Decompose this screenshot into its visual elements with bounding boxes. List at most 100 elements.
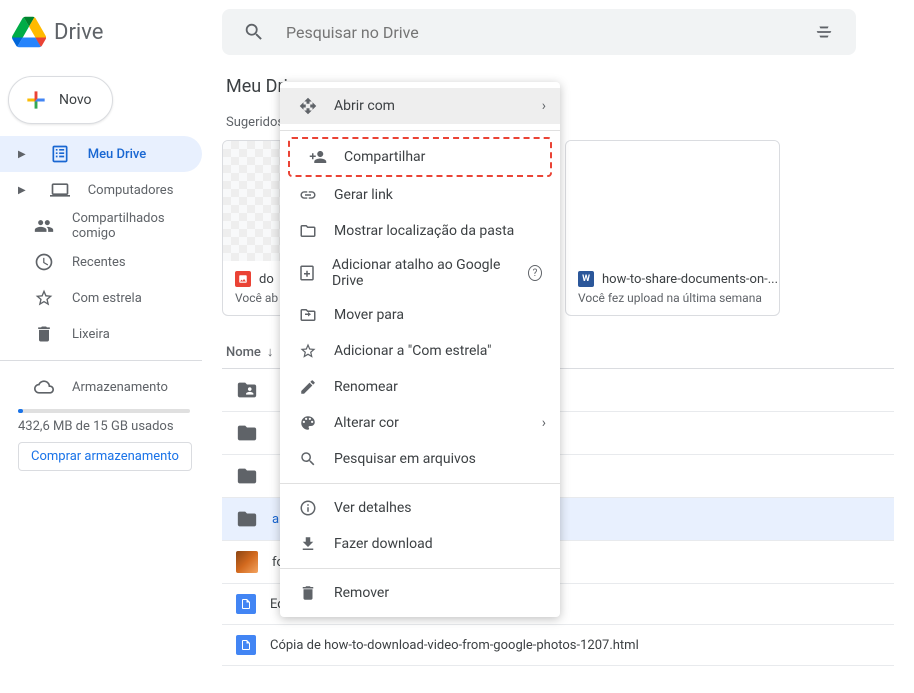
- info-icon: [298, 498, 318, 518]
- nav-label: Compartilhados comigo: [72, 211, 190, 241]
- menu-label: Alterar cor: [334, 415, 399, 431]
- recent-icon: [34, 252, 54, 272]
- card-subtitle: Você fez upload na última semana: [566, 291, 779, 315]
- menu-label: Pesquisar em arquivos: [334, 451, 476, 467]
- move-to-icon: [298, 305, 318, 325]
- trash-icon: [298, 583, 318, 603]
- folder-icon: [236, 508, 258, 530]
- new-button[interactable]: Novo: [8, 76, 113, 124]
- nav-label: Lixeira: [72, 327, 110, 342]
- menu-share[interactable]: Compartilhar: [290, 139, 550, 175]
- nav-label: Armazenamento: [72, 380, 168, 395]
- image-file-icon: [235, 271, 251, 287]
- link-icon: [298, 185, 318, 205]
- word-file-icon: W: [578, 271, 594, 287]
- shared-folder-icon: [236, 379, 258, 401]
- context-menu: Abrir com › Compartilhar Gerar link Most…: [280, 82, 560, 617]
- docs-file-icon: [236, 594, 256, 614]
- search-options-icon[interactable]: [804, 12, 844, 52]
- folder-outline-icon: [298, 221, 318, 241]
- star-outline-icon: [298, 341, 318, 361]
- computers-icon: [50, 180, 70, 200]
- menu-change-color[interactable]: Alterar cor ›: [280, 405, 560, 441]
- menu-view-details[interactable]: Ver detalhes: [280, 490, 560, 526]
- header: Drive: [0, 0, 914, 64]
- nav-label: Com estrela: [72, 291, 142, 306]
- menu-label: Mover para: [334, 307, 404, 323]
- cloud-icon: [34, 377, 54, 397]
- search-icon[interactable]: [234, 12, 274, 52]
- search-bar[interactable]: [222, 9, 856, 55]
- plus-icon: [23, 87, 49, 113]
- menu-label: Adicionar atalho ao Google Drive: [332, 257, 506, 289]
- menu-move-to[interactable]: Mover para: [280, 297, 560, 333]
- card-thumbnail: [566, 141, 779, 261]
- add-shortcut-icon: [298, 263, 316, 283]
- download-icon: [298, 534, 318, 554]
- my-drive-icon: [50, 144, 70, 164]
- highlight-annotation: Compartilhar: [288, 137, 552, 177]
- card-title: W how-to-share-documents-on-...: [566, 261, 779, 291]
- menu-label: Gerar link: [334, 187, 393, 203]
- storage-used-text: 432,6 MB de 15 GB usados: [0, 419, 202, 442]
- image-thumbnail-icon: [236, 551, 258, 573]
- nav-computers[interactable]: ▶ Computadores: [0, 172, 202, 208]
- file-row[interactable]: Cópia de how-to-download-video-from-goog…: [222, 625, 894, 666]
- menu-rename[interactable]: Renomear: [280, 369, 560, 405]
- menu-show-location[interactable]: Mostrar localização da pasta: [280, 213, 560, 249]
- chevron-right-icon: ›: [542, 98, 546, 114]
- menu-label: Abrir com: [334, 98, 395, 114]
- menu-add-shortcut[interactable]: Adicionar atalho ao Google Drive ?: [280, 249, 560, 297]
- shared-icon: [34, 216, 54, 236]
- menu-get-link[interactable]: Gerar link: [280, 177, 560, 213]
- sidebar-divider: [0, 360, 202, 361]
- nav-my-drive[interactable]: ▶ Meu Drive: [0, 136, 202, 172]
- nav-recent[interactable]: Recentes: [0, 244, 202, 280]
- nav-starred[interactable]: Com estrela: [0, 280, 202, 316]
- file-name: Cópia de how-to-download-video-from-goog…: [270, 638, 639, 653]
- drive-logo-icon: [12, 15, 46, 49]
- search-icon: [298, 449, 318, 469]
- expand-caret-icon[interactable]: ▶: [18, 185, 26, 196]
- folder-icon: [236, 465, 258, 487]
- share-icon: [308, 147, 328, 167]
- sidebar: Novo ▶ Meu Drive ▶ Computadores Comparti…: [0, 64, 210, 666]
- nav-shared[interactable]: Compartilhados comigo: [0, 208, 202, 244]
- nav-label: Computadores: [88, 183, 174, 198]
- menu-download[interactable]: Fazer download: [280, 526, 560, 562]
- name-column-header: Nome: [226, 345, 261, 360]
- help-icon[interactable]: ?: [528, 265, 542, 281]
- menu-open-with[interactable]: Abrir com ›: [280, 88, 560, 124]
- palette-icon: [298, 413, 318, 433]
- menu-label: Compartilhar: [344, 149, 425, 165]
- menu-label: Fazer download: [334, 536, 433, 552]
- menu-label: Remover: [334, 585, 389, 601]
- new-button-label: Novo: [59, 92, 92, 108]
- sort-arrow-icon[interactable]: ↓: [267, 344, 274, 360]
- expand-caret-icon[interactable]: ▶: [18, 149, 26, 160]
- menu-search-within[interactable]: Pesquisar em arquivos: [280, 441, 560, 477]
- star-icon: [34, 288, 54, 308]
- menu-label: Renomear: [334, 379, 398, 395]
- folder-icon: [236, 422, 258, 444]
- chevron-right-icon: ›: [542, 415, 546, 431]
- menu-label: Ver detalhes: [334, 500, 412, 516]
- nav-label: Recentes: [72, 255, 126, 270]
- menu-label: Mostrar localização da pasta: [334, 223, 514, 239]
- open-with-icon: [298, 96, 318, 116]
- suggested-card[interactable]: W how-to-share-documents-on-... Você fez…: [565, 140, 780, 316]
- menu-remove[interactable]: Remover: [280, 575, 560, 611]
- search-input[interactable]: [274, 23, 804, 42]
- logo-area[interactable]: Drive: [12, 15, 222, 49]
- menu-separator: [280, 483, 560, 484]
- trash-icon: [34, 324, 54, 344]
- menu-label: Adicionar a "Com estrela": [334, 343, 491, 359]
- menu-add-star[interactable]: Adicionar a "Com estrela": [280, 333, 560, 369]
- rename-icon: [298, 377, 318, 397]
- nav-trash[interactable]: Lixeira: [0, 316, 202, 352]
- buy-storage-button[interactable]: Comprar armazenamento: [18, 442, 192, 471]
- nav-label: Meu Drive: [88, 147, 147, 162]
- menu-separator: [280, 130, 560, 131]
- app-name: Drive: [54, 20, 103, 45]
- nav-storage[interactable]: Armazenamento: [0, 369, 202, 405]
